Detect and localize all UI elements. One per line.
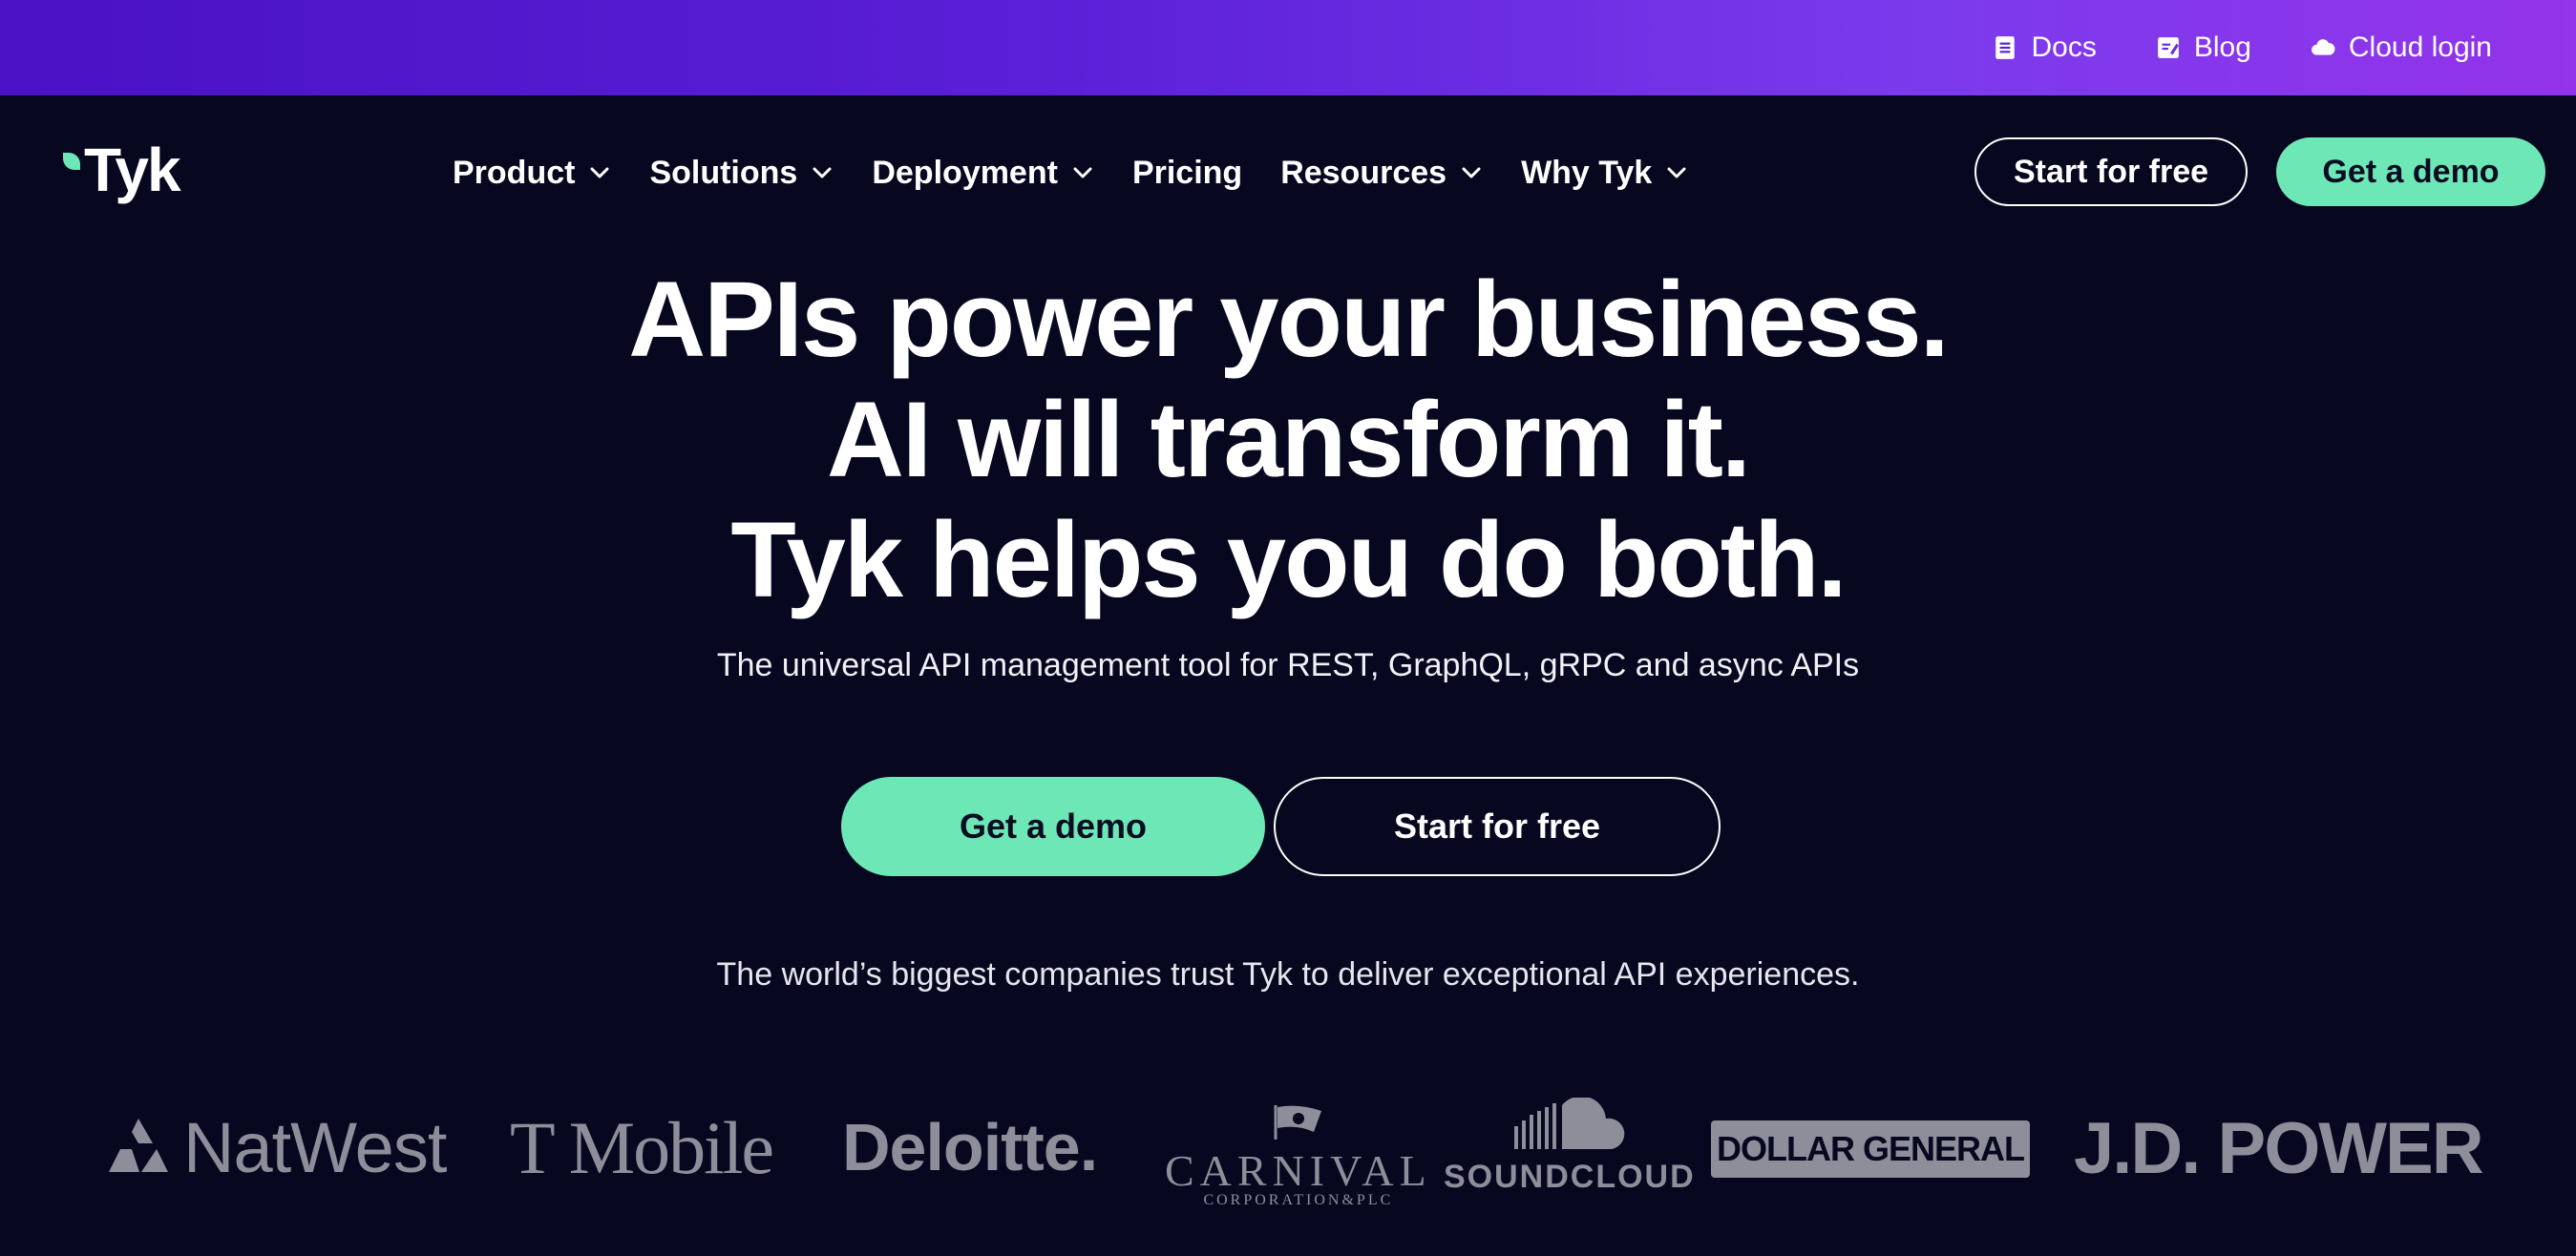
chevron-down-icon	[1667, 167, 1686, 178]
blog-label: Blog	[2193, 31, 2251, 63]
get-demo-button[interactable]: Get a demo	[2276, 137, 2545, 206]
chevron-down-icon	[1462, 167, 1481, 178]
trust-statement: The world’s biggest companies trust Tyk …	[716, 956, 1860, 993]
nav-item-resources[interactable]: Resources	[1280, 155, 1483, 192]
utility-bar: Docs Blog Cloud login	[0, 0, 2576, 95]
edit-note-icon	[2158, 37, 2179, 58]
soundcloud-logo: SOUNDCLOUD	[1444, 1098, 1696, 1196]
dollar-general-logo: DOLLAR GENERAL	[1711, 1120, 2030, 1178]
soundcloud-cloud-icon	[1513, 1098, 1625, 1149]
tyk-logo[interactable]: Tyk	[63, 136, 181, 204]
carnival-logo: CARNIVAL CORPORATION&PLC	[1165, 1103, 1432, 1209]
hero-line-3: Tyk helps you do both.	[730, 500, 1847, 619]
hero-line-2: AI will transform it.	[826, 380, 1751, 499]
carnival-flag-icon	[1274, 1105, 1321, 1140]
chevron-down-icon	[1073, 167, 1092, 178]
nav-item-label: Deployment	[872, 154, 1058, 191]
main-nav: Product Solutions Deployment Pricing Res…	[453, 148, 1726, 198]
deloitte-logo: Deloitte.	[842, 1110, 1098, 1184]
nav-item-label: Product	[453, 154, 576, 191]
hero-headline: APIs power your business. AI will transf…	[0, 260, 2576, 620]
nav-item-deployment[interactable]: Deployment	[872, 155, 1094, 192]
cloud-login-link[interactable]: Cloud login	[2311, 31, 2492, 64]
blog-link[interactable]: Blog	[2156, 31, 2251, 64]
carnival-subtext: CORPORATION&PLC	[1203, 1192, 1394, 1208]
hero-get-demo-button[interactable]: Get a demo	[841, 777, 1265, 876]
tmobile-logo: T Mobile	[510, 1106, 774, 1189]
natwest-cubes-icon	[109, 1118, 168, 1172]
nav-item-why-tyk[interactable]: Why Tyk	[1521, 155, 1688, 192]
hero-subtitle: The universal API management tool for RE…	[716, 647, 1860, 683]
jdpower-logo: J.D. POWER	[2074, 1108, 2484, 1189]
nav-item-label: Solutions	[649, 154, 798, 191]
docs-label: Docs	[2031, 31, 2097, 63]
nav-item-label: Pricing	[1131, 154, 1243, 191]
chevron-down-icon	[590, 167, 609, 178]
carnival-wordmark: CARNIVAL	[1165, 1146, 1432, 1195]
nav-item-pricing[interactable]: Pricing	[1132, 155, 1242, 192]
logo-wordmark: Tyk	[84, 136, 181, 204]
hero-start-free-button[interactable]: Start for free	[1274, 777, 1721, 876]
cloud-login-label: Cloud login	[2348, 31, 2492, 63]
natwest-logo: NatWest	[107, 1107, 447, 1188]
natwest-wordmark: NatWest	[183, 1108, 447, 1187]
nav-item-product[interactable]: Product	[453, 155, 611, 192]
cloud-icon	[2311, 39, 2335, 55]
start-free-button[interactable]: Start for free	[1974, 137, 2248, 206]
hero-line-1: APIs power your business.	[628, 260, 1950, 379]
document-icon	[1995, 36, 2016, 59]
nav-item-solutions[interactable]: Solutions	[649, 155, 834, 192]
nav-item-label: Why Tyk	[1521, 154, 1653, 191]
nav-item-label: Resources	[1280, 154, 1447, 191]
docs-link[interactable]: Docs	[1993, 31, 2097, 64]
chevron-down-icon	[813, 167, 832, 178]
leaf-icon	[63, 153, 80, 170]
soundcloud-wordmark: SOUNDCLOUD	[1444, 1159, 1696, 1195]
